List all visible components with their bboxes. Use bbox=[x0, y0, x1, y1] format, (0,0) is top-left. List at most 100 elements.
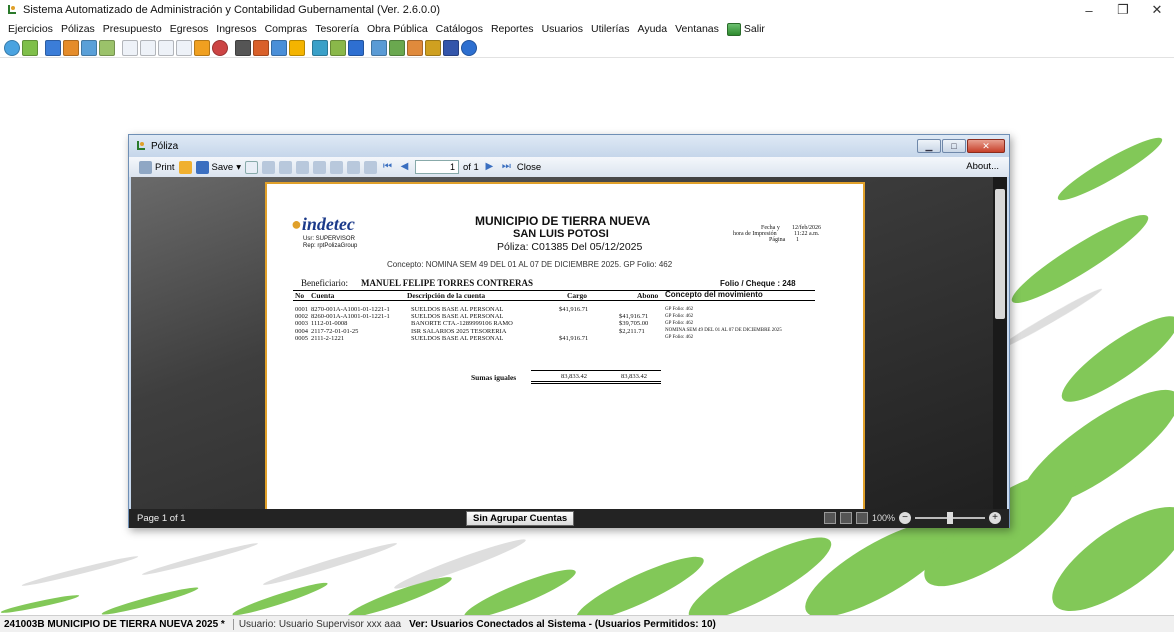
hierarchy-icon[interactable] bbox=[371, 39, 387, 56]
indetec-logo: ●indetec bbox=[291, 214, 355, 234]
close-button[interactable]: ✕ bbox=[1140, 0, 1174, 20]
chart-icon[interactable] bbox=[212, 39, 228, 56]
menu-ventanas[interactable]: Ventanas bbox=[671, 23, 723, 35]
page-setup-icon[interactable] bbox=[312, 160, 326, 174]
print-button[interactable]: Print bbox=[139, 160, 175, 174]
calendar-icon[interactable] bbox=[81, 39, 97, 56]
refresh-icon[interactable] bbox=[4, 39, 20, 56]
menu-catalogos[interactable]: Catálogos bbox=[432, 23, 487, 35]
menu-ayuda[interactable]: Ayuda bbox=[634, 23, 672, 35]
save-icon[interactable] bbox=[45, 39, 61, 56]
multi-page-icon[interactable] bbox=[295, 160, 309, 174]
menu-tesoreria[interactable]: Tesorería bbox=[311, 23, 363, 35]
email-icon[interactable] bbox=[244, 160, 258, 174]
row-cuenta: 2111-2-1221 bbox=[311, 334, 345, 342]
close-preview-button[interactable]: Close bbox=[517, 162, 541, 173]
next-page-icon[interactable]: ▶ bbox=[483, 161, 496, 174]
page-view-icon[interactable] bbox=[839, 512, 852, 524]
menu-usuarios[interactable]: Usuarios bbox=[538, 23, 587, 35]
menu-egresos[interactable]: Egresos bbox=[166, 23, 213, 35]
poliza-close-button[interactable]: ✕ bbox=[967, 139, 1005, 153]
document-icon[interactable] bbox=[22, 39, 38, 56]
menu-compras[interactable]: Compras bbox=[261, 23, 312, 35]
toolbar-separator bbox=[40, 40, 43, 56]
last-page-icon[interactable]: ⏭ bbox=[500, 161, 513, 174]
report-d-icon[interactable] bbox=[140, 39, 156, 56]
beneficiario-label: Beneficiario: bbox=[301, 278, 348, 288]
minimize-button[interactable]: – bbox=[1072, 0, 1106, 20]
report-f-icon[interactable] bbox=[176, 39, 192, 56]
status-entity: 241003B MUNICIPIO DE TIERRA NUEVA 2025 * bbox=[4, 618, 225, 630]
package-icon[interactable] bbox=[407, 39, 423, 56]
beneficiario: MANUEL FELIPE TORRES CONTRERAS bbox=[361, 278, 533, 288]
row-no: 0004 bbox=[295, 327, 308, 335]
row-concepto: GP Folio: 462 bbox=[665, 320, 694, 326]
menu-utilerias[interactable]: Utilerías bbox=[587, 23, 634, 35]
row-cuenta: 2117-72-01-01-25 bbox=[311, 327, 359, 335]
totals-rule-double bbox=[531, 383, 661, 384]
report-c-icon[interactable] bbox=[122, 39, 138, 56]
menu-salir[interactable]: Salir bbox=[723, 22, 769, 36]
box-icon[interactable] bbox=[289, 39, 305, 56]
row-descripcion: SUELDOS BASE AL PERSONAL bbox=[411, 313, 504, 321]
light-icon[interactable] bbox=[425, 39, 441, 56]
row-abono: $41,916.71 bbox=[619, 313, 649, 321]
zoom-slider[interactable] bbox=[915, 512, 985, 524]
open-folder-icon[interactable] bbox=[178, 160, 192, 174]
scrollbar-thumb[interactable] bbox=[995, 189, 1005, 319]
prev-page-icon[interactable]: ◀ bbox=[398, 161, 411, 174]
report-e-icon[interactable] bbox=[158, 39, 174, 56]
row-no: 0001 bbox=[295, 306, 308, 313]
zoom-controls: 100% − + bbox=[823, 512, 1001, 524]
save-button[interactable]: Save ▾ bbox=[195, 160, 241, 174]
restore-button[interactable]: ❐ bbox=[1106, 0, 1140, 20]
row-cuenta: 8270-001A-A1001-01-1221-1 bbox=[311, 306, 390, 313]
view-mode-icon[interactable] bbox=[823, 512, 836, 524]
menu-polizas[interactable]: Pólizas bbox=[57, 23, 99, 35]
row-descripcion: ISR SALARIOS 2025 TESORERIA bbox=[411, 327, 507, 335]
page-indicator: Page 1 of 1 bbox=[137, 513, 186, 524]
concepto: Concepto: NOMINA SEM 49 DEL 01 AL 07 DE … bbox=[387, 260, 673, 269]
menu-reportes[interactable]: Reportes bbox=[487, 23, 538, 35]
thumbnails-icon[interactable] bbox=[329, 160, 343, 174]
page-number-input[interactable]: 1 bbox=[414, 160, 459, 174]
menu-obra-publica[interactable]: Obra Pública bbox=[363, 23, 432, 35]
book-icon[interactable] bbox=[312, 39, 328, 56]
edit-icon[interactable] bbox=[330, 39, 346, 56]
poliza-minimize-button[interactable]: ▁ bbox=[917, 139, 941, 153]
zoom-in-icon[interactable]: + bbox=[989, 512, 1001, 524]
poliza-maximize-button[interactable]: □ bbox=[942, 139, 966, 153]
grid-icon[interactable] bbox=[99, 39, 115, 56]
zoom-out-icon[interactable]: − bbox=[899, 512, 911, 524]
edit-report-icon[interactable] bbox=[346, 160, 360, 174]
about-button[interactable]: About... bbox=[966, 161, 999, 172]
page-count: of 1 bbox=[462, 161, 479, 173]
users-icon[interactable] bbox=[271, 39, 287, 56]
help-icon[interactable] bbox=[461, 39, 477, 56]
tools-icon[interactable] bbox=[253, 39, 269, 56]
clipboard-icon[interactable] bbox=[235, 39, 251, 56]
poliza-window-icon bbox=[135, 140, 147, 152]
connected-users-link[interactable]: Ver: Usuarios Conectados al Sistema - (U… bbox=[409, 619, 716, 630]
row-no: 0005 bbox=[295, 334, 308, 342]
full-screen-icon[interactable] bbox=[363, 160, 377, 174]
row-cuenta: 8260-001A-A1001-01-1221-1 bbox=[311, 313, 390, 321]
single-page-icon[interactable] bbox=[278, 160, 292, 174]
col-concepto: Concepto del movimiento bbox=[665, 290, 763, 299]
sin-agrupar-cuentas-button[interactable]: Sin Agrupar Cuentas bbox=[466, 511, 575, 526]
transfer-icon[interactable] bbox=[63, 39, 79, 56]
find-icon[interactable] bbox=[261, 160, 275, 174]
folder-icon[interactable] bbox=[194, 39, 210, 56]
menu-ingresos[interactable]: Ingresos bbox=[212, 23, 260, 35]
table-icon[interactable] bbox=[389, 39, 405, 56]
preview-scrollbar[interactable] bbox=[993, 177, 1007, 509]
monitor-icon[interactable] bbox=[443, 39, 459, 56]
row-cuenta: 1112-01-0008 bbox=[311, 320, 348, 328]
zoom-slider-knob[interactable] bbox=[947, 512, 953, 524]
report-preview-area: ●indetec Usr: SUPERVISOR Rep: rptPolizaG… bbox=[131, 177, 1007, 509]
menu-presupuesto[interactable]: Presupuesto bbox=[99, 23, 166, 35]
menu-ejercicios[interactable]: Ejercicios bbox=[4, 23, 57, 35]
width-view-icon[interactable] bbox=[855, 512, 868, 524]
first-page-icon[interactable]: ⏮ bbox=[381, 161, 394, 174]
network-icon[interactable] bbox=[348, 39, 364, 56]
